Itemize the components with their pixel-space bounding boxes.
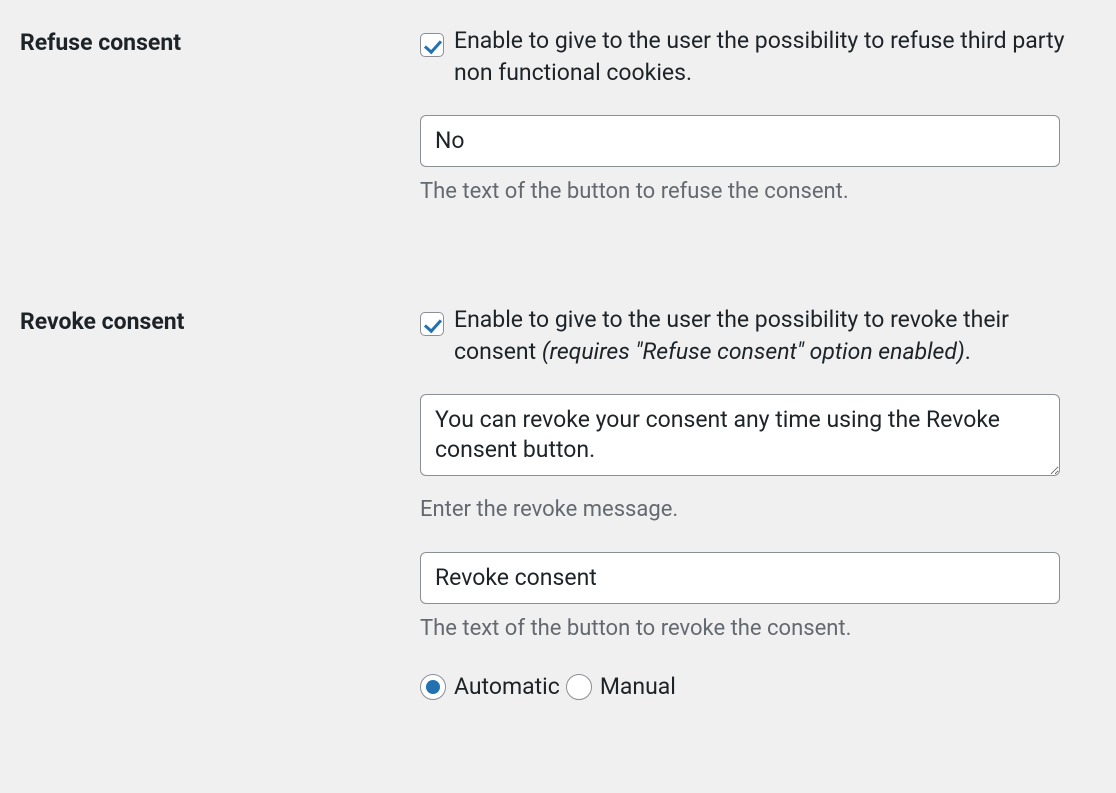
checkbox-wrap bbox=[420, 304, 444, 339]
revoke-enable-checkbox[interactable] bbox=[420, 312, 444, 336]
revoke-message-textarea[interactable] bbox=[420, 394, 1060, 476]
revoke-button-text-input[interactable] bbox=[420, 552, 1060, 604]
refuse-label-col: Refuse consent bbox=[20, 25, 400, 59]
revoke-mode-automatic-wrapper[interactable]: Automatic bbox=[420, 671, 560, 703]
revoke-consent-row: Revoke consent Enable to give to the use… bbox=[20, 304, 1096, 703]
revoke-mode-automatic-radio[interactable] bbox=[420, 674, 446, 700]
revoke-mode-automatic-label: Automatic bbox=[454, 671, 560, 703]
refuse-consent-label: Refuse consent bbox=[20, 29, 181, 56]
refuse-consent-row: Refuse consent Enable to give to the use… bbox=[20, 25, 1096, 234]
revoke-button-text-help: The text of the button to revoke the con… bbox=[420, 614, 1080, 645]
revoke-description-italic: (requires "Refuse consent" option enable… bbox=[542, 338, 965, 365]
revoke-mode-manual-wrapper[interactable]: Manual bbox=[566, 671, 676, 703]
revoke-label-col: Revoke consent bbox=[20, 304, 400, 338]
checkbox-wrap bbox=[420, 25, 444, 60]
refuse-enable-description: Enable to give to the user the possibili… bbox=[454, 25, 1080, 89]
revoke-mode-manual-label: Manual bbox=[600, 671, 676, 703]
refuse-button-text-input[interactable] bbox=[420, 115, 1060, 167]
revoke-message-help: Enter the revoke message. bbox=[420, 495, 1080, 526]
refuse-enable-checkbox[interactable] bbox=[420, 33, 444, 57]
revoke-description-suffix: . bbox=[965, 338, 971, 365]
revoke-enable-description: Enable to give to the user the possibili… bbox=[454, 304, 1080, 368]
refuse-content-col: Enable to give to the user the possibili… bbox=[420, 25, 1080, 234]
revoke-content-col: Enable to give to the user the possibili… bbox=[420, 304, 1080, 703]
refuse-button-text-help: The text of the button to refuse the con… bbox=[420, 177, 1080, 208]
revoke-mode-manual-radio[interactable] bbox=[566, 674, 592, 700]
refuse-enable-checkbox-wrapper[interactable]: Enable to give to the user the possibili… bbox=[420, 25, 1080, 89]
revoke-enable-checkbox-wrapper[interactable]: Enable to give to the user the possibili… bbox=[420, 304, 1080, 368]
revoke-consent-label: Revoke consent bbox=[20, 308, 184, 335]
revoke-mode-radio-group: Automatic Manual bbox=[420, 671, 1080, 703]
